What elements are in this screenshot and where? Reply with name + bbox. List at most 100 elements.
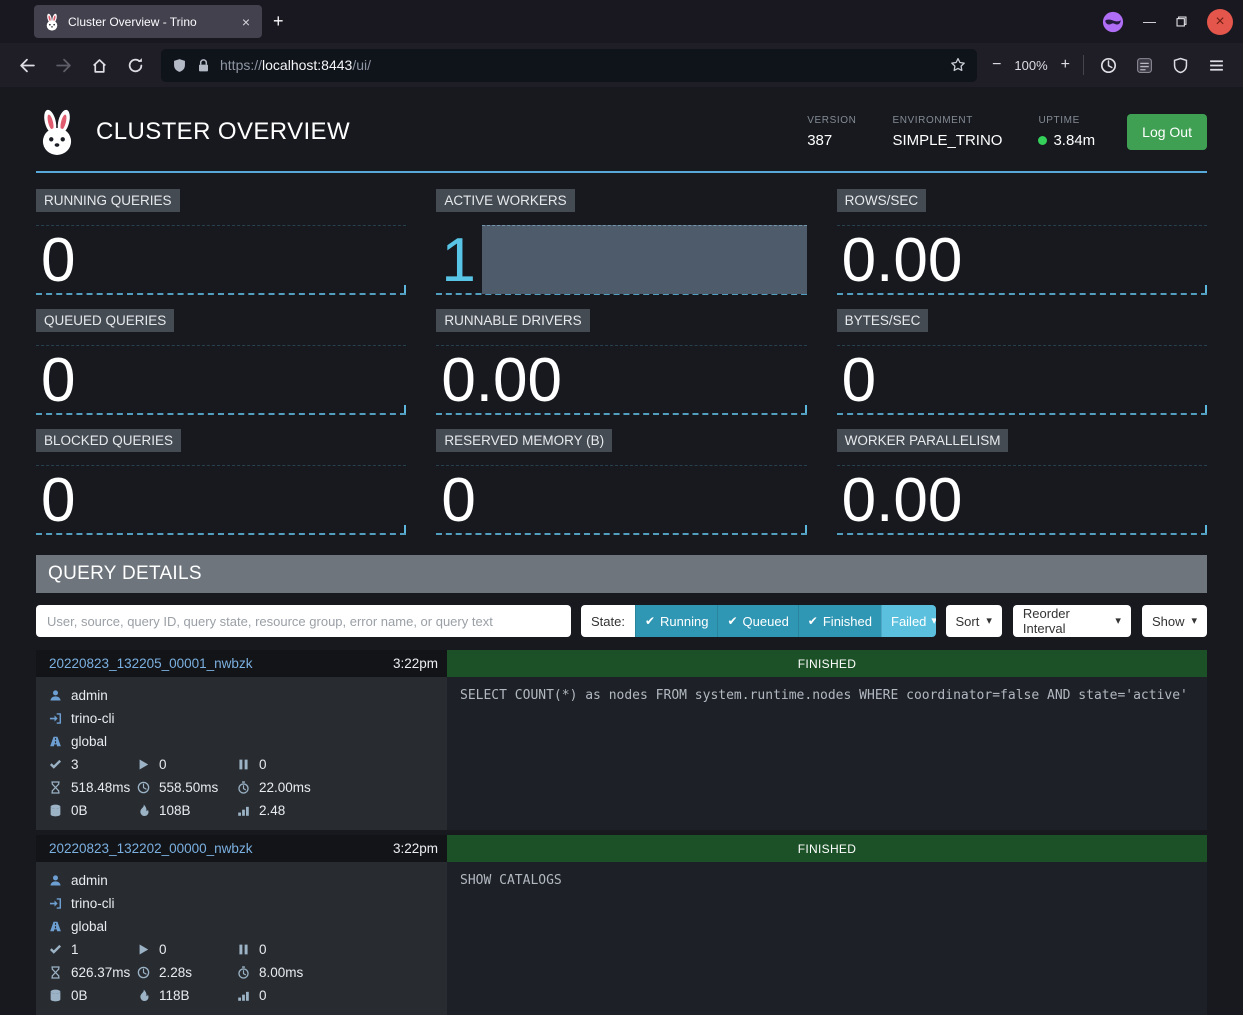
stat-tile-reserved-memory: RESERVED MEMORY (B) 0 — [436, 429, 806, 539]
tab-title: Cluster Overview - Trino — [68, 15, 230, 29]
browser-tab[interactable]: Cluster Overview - Trino × — [34, 5, 262, 38]
shield-outline-icon — [1172, 57, 1189, 74]
version-value: 387 — [807, 132, 856, 149]
queued-splits: 0 — [237, 757, 434, 772]
stopwatch-icon — [237, 966, 250, 979]
parallelism: 2.48 — [237, 803, 434, 818]
history-button[interactable] — [1091, 48, 1125, 82]
state-queued-label: Queued — [743, 614, 789, 629]
pause-icon — [237, 943, 250, 956]
stat-value: 1 — [441, 233, 475, 289]
pause-icon — [237, 758, 250, 771]
query-search-input[interactable] — [36, 605, 571, 637]
reorder-interval-dropdown[interactable]: Reorder Interval▾ — [1013, 605, 1131, 637]
query-card: 20220823_132205_00001_nwbzk 3:22pm FINIS… — [36, 650, 1207, 830]
zoom-out-button[interactable]: − — [992, 56, 1001, 74]
stat-label: BYTES/SEC — [837, 309, 929, 332]
back-button[interactable] — [10, 48, 44, 82]
logout-button[interactable]: Log Out — [1127, 114, 1207, 150]
home-button[interactable] — [82, 48, 116, 82]
page-header: CLUSTER OVERVIEW VERSION 387 ENVIRONMENT… — [36, 93, 1207, 173]
query-id-link[interactable]: 20220823_132202_00000_nwbzk — [49, 841, 252, 856]
window-close-button[interactable]: × — [1207, 9, 1233, 35]
hourglass-icon — [49, 966, 62, 979]
query-resource-group: global — [71, 734, 107, 749]
state-filter-finished[interactable]: ✔Finished — [798, 605, 881, 637]
state-filter-failed-dropdown[interactable]: Failed▾ — [881, 605, 936, 637]
browser-tab-bar: Cluster Overview - Trino × + — × — [0, 0, 1243, 43]
window-minimize-button[interactable]: — — [1143, 15, 1156, 28]
uptime-meta: UPTIME 3.84m — [1038, 115, 1095, 149]
trino-page: CLUSTER OVERVIEW VERSION 387 ENVIRONMENT… — [0, 87, 1243, 1015]
check-icon: ✔ — [808, 615, 818, 627]
sort-dropdown[interactable]: Sort▾ — [946, 605, 1002, 637]
cpu-time: 22.00ms — [237, 780, 434, 795]
stat-value: 0.00 — [842, 233, 963, 289]
zoom-level[interactable]: 100% — [1014, 58, 1047, 73]
extension-button[interactable] — [1127, 48, 1161, 82]
reload-button[interactable] — [118, 48, 152, 82]
wall-time-value: 518.48ms — [71, 780, 130, 795]
forward-button[interactable] — [46, 48, 80, 82]
current-memory-value: 0B — [71, 988, 88, 1003]
stat-value: 0.00 — [441, 353, 562, 409]
fire-icon — [137, 989, 150, 1002]
stat-tile-active-workers: ACTIVE WORKERS 1 — [436, 189, 806, 299]
stat-tile-queued-queries: QUEUED QUERIES 0 — [36, 309, 406, 419]
menu-button[interactable] — [1199, 48, 1233, 82]
state-filter-running[interactable]: ✔Running — [635, 605, 718, 637]
stat-value: 0 — [41, 353, 75, 409]
profile-mask-icon[interactable] — [1102, 11, 1124, 33]
version-meta: VERSION 387 — [807, 115, 856, 149]
tab-close-button[interactable]: × — [238, 14, 254, 30]
tracking-protection-shield-icon[interactable] — [172, 58, 187, 73]
reload-icon — [127, 57, 144, 74]
parallelism: 0 — [237, 988, 434, 1003]
query-times-row: 626.37ms 2.28s 8.00ms — [36, 961, 447, 984]
resource-group-road-icon — [49, 920, 62, 933]
sparkline — [36, 293, 406, 295]
total-time: 558.50ms — [137, 780, 237, 795]
url-bar[interactable]: https://localhost:8443/ui/ — [161, 49, 977, 82]
check-icon — [49, 943, 62, 956]
stat-value: 0.00 — [842, 473, 963, 529]
show-dropdown[interactable]: Show▾ — [1142, 605, 1207, 637]
query-stats-panel: admin trino-cli global 1 0 0 626.37ms 2.… — [36, 862, 447, 1015]
query-header: 20220823_132205_00001_nwbzk 3:22pm FINIS… — [36, 650, 1207, 677]
stat-label: ROWS/SEC — [837, 189, 927, 212]
uptime-status-dot — [1038, 136, 1047, 145]
stat-tile-rows-sec: ROWS/SEC 0.00 — [837, 189, 1207, 299]
sparkline — [837, 413, 1207, 415]
url-text: https://localhost:8443/ui/ — [220, 57, 371, 73]
running-splits-value: 0 — [159, 942, 167, 957]
cumulative-memory: 118B — [137, 988, 237, 1003]
window-restore-button[interactable] — [1175, 15, 1188, 28]
cumulative-memory-value: 108B — [159, 803, 191, 818]
query-source: trino-cli — [71, 896, 115, 911]
stat-label: RUNNABLE DRIVERS — [436, 309, 589, 332]
query-memory-row: 0B 118B 0 — [36, 984, 447, 1007]
caret-down-icon: ▾ — [931, 616, 935, 627]
caret-down-icon: ▾ — [1115, 616, 1121, 627]
query-filter-row: State: ✔Running ✔Queued ✔Finished Failed… — [36, 605, 1207, 637]
url-path: /ui/ — [352, 57, 371, 73]
completed-splits: 1 — [49, 942, 137, 957]
lock-icon[interactable] — [196, 58, 211, 73]
wall-time: 518.48ms — [49, 780, 137, 795]
sparkline-gridline — [837, 345, 1207, 346]
state-filter-queued[interactable]: ✔Queued — [717, 605, 797, 637]
sparkline-gridline — [436, 465, 806, 466]
bookmark-star-icon[interactable] — [950, 57, 966, 73]
new-tab-button[interactable]: + — [262, 11, 295, 32]
zoom-in-button[interactable]: + — [1061, 56, 1070, 74]
clock-icon — [1100, 57, 1117, 74]
parallelism-value: 2.48 — [259, 803, 285, 818]
toolbar-divider — [1083, 55, 1084, 75]
query-body: admin trino-cli global 3 0 0 518.48ms 55… — [36, 677, 1207, 830]
query-id-link[interactable]: 20220823_132205_00001_nwbzk — [49, 656, 252, 671]
stat-label: QUEUED QUERIES — [36, 309, 174, 332]
stat-label: RESERVED MEMORY (B) — [436, 429, 612, 452]
protections-button[interactable] — [1163, 48, 1197, 82]
trino-favicon-icon — [44, 13, 60, 31]
stopwatch-icon — [237, 781, 250, 794]
